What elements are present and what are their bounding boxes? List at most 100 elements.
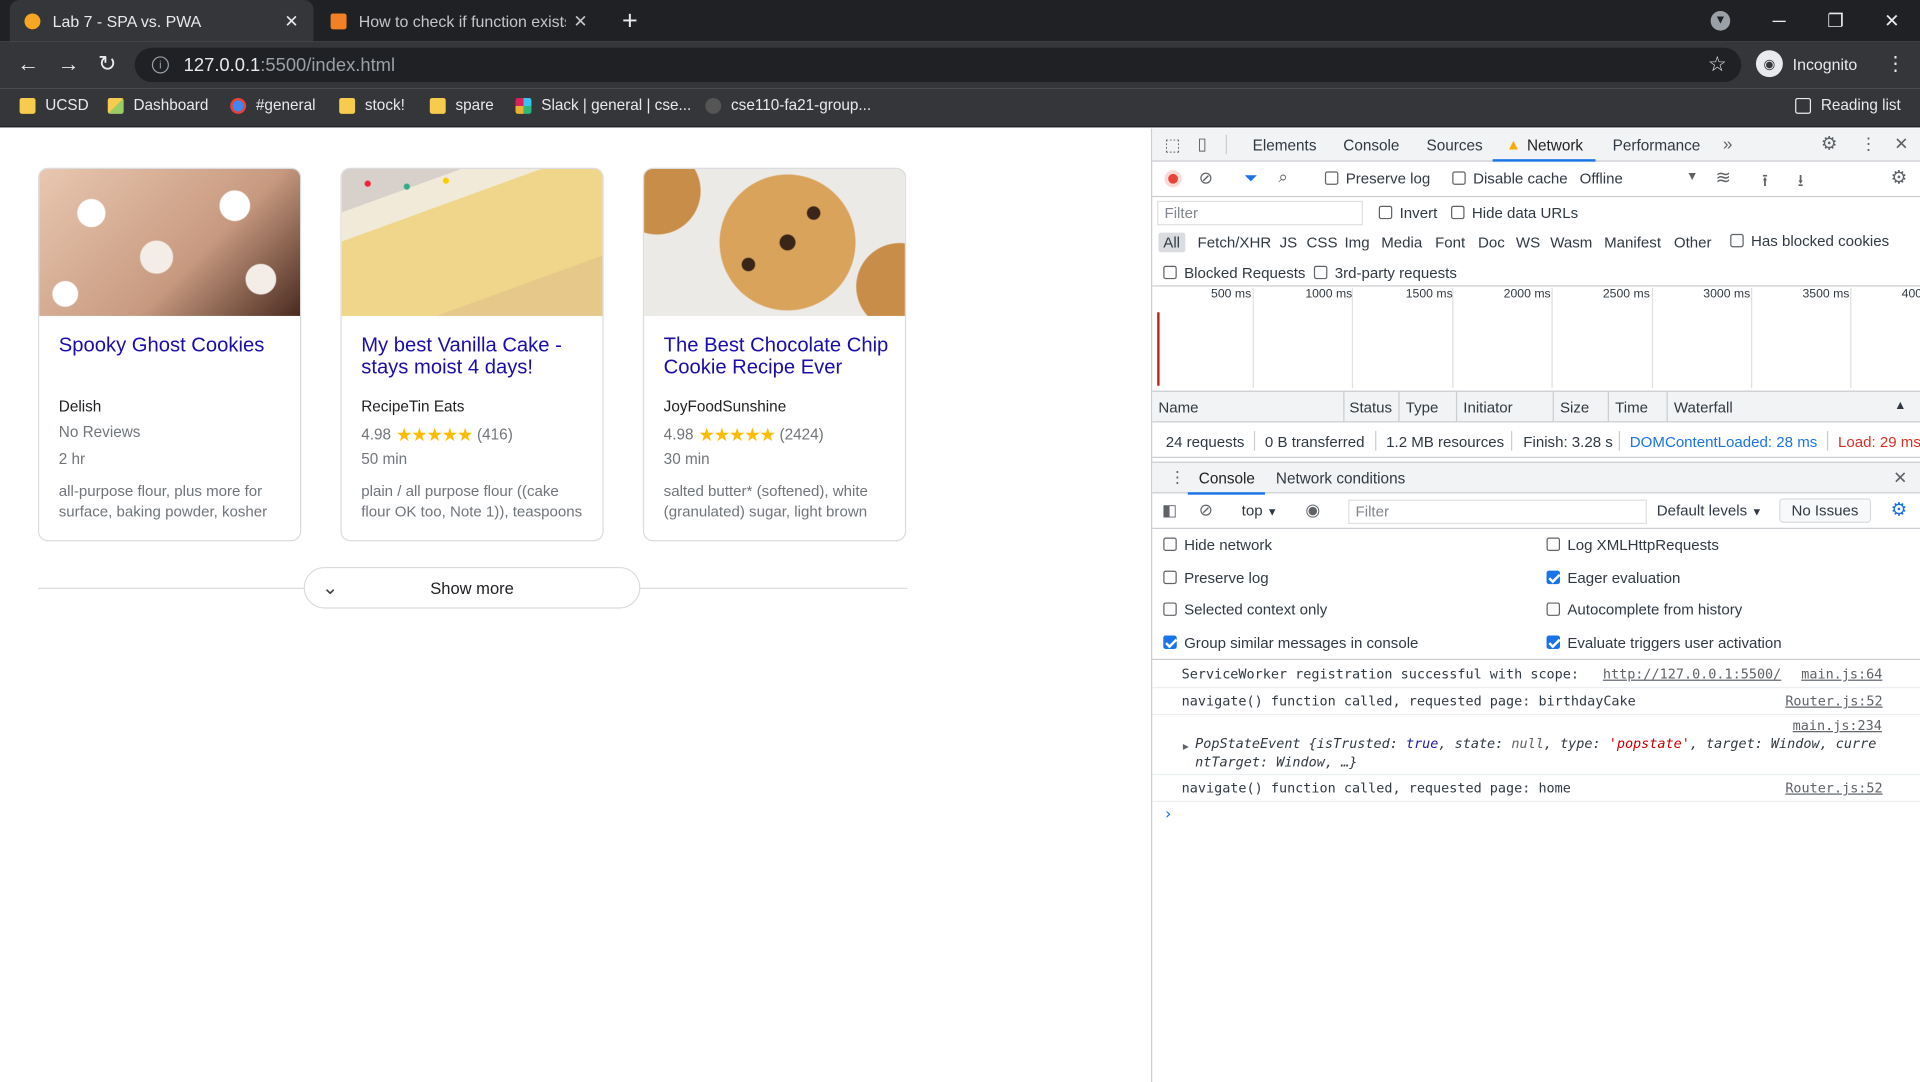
back-icon[interactable]: ←: [17, 51, 39, 77]
type-media[interactable]: Media: [1381, 234, 1422, 251]
recipe-card[interactable]: My best Vanilla Cake - stays moist 4 day…: [340, 167, 604, 542]
setting-group-similar[interactable]: Group similar messages in console: [1163, 634, 1418, 651]
site-info-icon[interactable]: i: [151, 56, 169, 74]
tab-elements[interactable]: Elements: [1253, 137, 1317, 154]
setting-hide-network[interactable]: Hide network: [1163, 536, 1272, 553]
setting-log-xhr[interactable]: Log XMLHttpRequests: [1546, 536, 1719, 553]
checkbox[interactable]: [1163, 265, 1177, 280]
setting-selected-context[interactable]: Selected context only: [1163, 601, 1327, 618]
clear-console-icon[interactable]: ⊘: [1199, 500, 1213, 521]
checkbox[interactable]: [1163, 537, 1177, 552]
tab-search-icon[interactable]: ▼: [1692, 0, 1748, 42]
browser-menu-icon[interactable]: ⋮: [1886, 51, 1906, 75]
console-settings-icon[interactable]: ⚙: [1891, 498, 1907, 521]
checkbox[interactable]: [1546, 602, 1561, 616]
context-select[interactable]: top ▼: [1242, 502, 1278, 519]
checkbox[interactable]: [1163, 602, 1177, 616]
recipe-title[interactable]: My best Vanilla Cake - stays moist 4 day…: [361, 334, 594, 378]
record-icon[interactable]: [1164, 170, 1182, 188]
column-status[interactable]: Status: [1349, 399, 1392, 416]
type-manifest[interactable]: Manifest: [1604, 234, 1661, 251]
column-waterfall[interactable]: Waterfall: [1674, 399, 1733, 416]
filter-icon[interactable]: ⏷: [1244, 168, 1258, 189]
import-har-icon[interactable]: ⭱: [1762, 168, 1768, 197]
sidebar-toggle-icon[interactable]: ◧: [1162, 501, 1177, 521]
network-filter-input[interactable]: Filter: [1157, 200, 1363, 226]
disable-cache-checkbox[interactable]: Disable cache: [1452, 170, 1568, 187]
log-link[interactable]: http://127.0.0.1:5500/: [1603, 666, 1781, 682]
checkbox[interactable]: [1452, 171, 1466, 185]
bookmark-dashboard[interactable]: Dashboard: [107, 97, 208, 114]
checkbox[interactable]: [1313, 265, 1328, 280]
checkbox[interactable]: [1546, 537, 1561, 552]
console-prompt-icon[interactable]: ›: [1163, 806, 1173, 824]
bookmark-github[interactable]: cse110-fa21-group...: [705, 97, 871, 114]
log-object-line1[interactable]: PopStateEvent {isTrusted: true, state: n…: [1195, 736, 1876, 752]
close-tab-icon[interactable]: ✕: [284, 10, 298, 31]
reload-icon[interactable]: ↻: [98, 51, 116, 77]
bookmark-general[interactable]: #general: [230, 97, 316, 114]
column-initiator[interactable]: Initiator: [1463, 399, 1512, 416]
network-conditions-icon[interactable]: ≋: [1716, 167, 1731, 189]
type-all[interactable]: All: [1158, 232, 1185, 253]
close-drawer-icon[interactable]: ✕: [1893, 468, 1907, 489]
reading-list[interactable]: Reading list: [1795, 97, 1901, 114]
inspect-element-icon[interactable]: ⬚: [1164, 135, 1180, 156]
forward-icon[interactable]: →: [58, 51, 80, 77]
log-source[interactable]: main.js:64: [1801, 666, 1882, 682]
tab-network[interactable]: Network: [1527, 137, 1583, 154]
checkbox[interactable]: [1451, 205, 1465, 220]
tab-performance[interactable]: Performance: [1613, 137, 1701, 154]
column-name[interactable]: Name: [1158, 399, 1198, 416]
recipe-card[interactable]: Spooky Ghost Cookies Delish No Reviews 2…: [37, 167, 302, 542]
recipe-card[interactable]: The Best Chocolate Chip Cookie Recipe Ev…: [642, 167, 907, 542]
drawer-tab-network-conditions[interactable]: Network conditions: [1276, 470, 1405, 487]
new-tab-icon[interactable]: +: [622, 5, 638, 37]
type-img[interactable]: Img: [1345, 234, 1370, 251]
type-doc[interactable]: Doc: [1478, 234, 1505, 251]
restore-icon[interactable]: ❐: [1807, 0, 1863, 42]
checkbox[interactable]: [1163, 570, 1177, 585]
tab-lab7[interactable]: Lab 7 - SPA vs. PWA ✕: [9, 0, 314, 42]
log-levels-select[interactable]: Default levels ▼: [1657, 502, 1763, 519]
drawer-menu-icon[interactable]: ⋮: [1169, 468, 1185, 488]
invert-checkbox[interactable]: Invert: [1378, 204, 1437, 222]
search-icon[interactable]: ⌕: [1278, 167, 1288, 188]
type-other[interactable]: Other: [1674, 234, 1712, 251]
devtools-menu-icon[interactable]: ⋮: [1860, 133, 1877, 154]
has-blocked-cookies-checkbox[interactable]: Has blocked cookies: [1730, 233, 1889, 250]
eye-icon[interactable]: ◉: [1305, 500, 1320, 521]
recipe-title[interactable]: Spooky Ghost Cookies: [59, 334, 292, 356]
type-fetch-xhr[interactable]: Fetch/XHR: [1198, 234, 1272, 251]
bookmark-stock[interactable]: stock!: [339, 97, 405, 114]
log-source[interactable]: Router.js:52: [1785, 780, 1882, 796]
sort-up-icon[interactable]: ▲: [1894, 399, 1906, 412]
minimize-icon[interactable]: ─: [1751, 0, 1807, 42]
type-css[interactable]: CSS: [1307, 234, 1338, 251]
device-toolbar-icon[interactable]: ▯: [1198, 133, 1207, 154]
checkbox-checked[interactable]: [1163, 635, 1177, 649]
console-filter-input[interactable]: Filter: [1348, 499, 1647, 525]
profile-button[interactable]: ◉ Incognito: [1755, 50, 1857, 78]
bookmark-star-icon[interactable]: ☆: [1708, 53, 1727, 77]
recipe-title[interactable]: The Best Chocolate Chip Cookie Recipe Ev…: [664, 334, 897, 378]
type-font[interactable]: Font: [1435, 234, 1465, 251]
tab-sources[interactable]: Sources: [1427, 137, 1483, 154]
setting-eager-evaluation[interactable]: Eager evaluation: [1546, 569, 1680, 587]
setting-autocomplete-history[interactable]: Autocomplete from history: [1546, 601, 1742, 618]
type-js[interactable]: JS: [1280, 234, 1298, 251]
address-bar[interactable]: i 127.0.0.1:5500/index.html ☆: [134, 47, 1742, 83]
clear-icon[interactable]: ⊘: [1199, 168, 1213, 189]
network-settings-icon[interactable]: ⚙: [1891, 167, 1907, 189]
show-more-button[interactable]: ⌄ Show more: [303, 566, 641, 609]
column-time[interactable]: Time: [1615, 399, 1648, 416]
third-party-checkbox[interactable]: 3rd-party requests: [1313, 264, 1457, 282]
hide-data-urls-checkbox[interactable]: Hide data URLs: [1451, 204, 1578, 222]
throttle-select[interactable]: Offline: [1580, 170, 1623, 187]
close-tab-icon[interactable]: ✕: [573, 10, 587, 31]
checkbox[interactable]: [1378, 205, 1393, 220]
column-size[interactable]: Size: [1560, 399, 1589, 416]
setting-evaluate-triggers[interactable]: Evaluate triggers user activation: [1546, 634, 1782, 651]
tab-stackoverflow[interactable]: How to check if function exists in ✕: [316, 0, 603, 42]
export-har-icon[interactable]: ⭳: [1798, 168, 1804, 197]
